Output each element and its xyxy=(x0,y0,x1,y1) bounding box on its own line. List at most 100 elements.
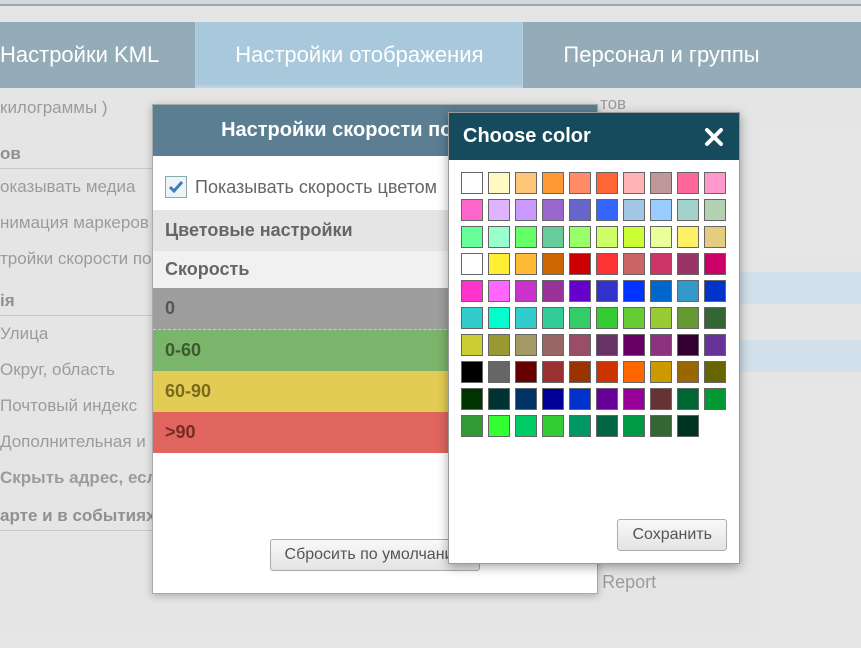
color-swatch[interactable] xyxy=(461,415,483,437)
color-swatch[interactable] xyxy=(542,334,564,356)
color-swatch[interactable] xyxy=(623,361,645,383)
color-swatch[interactable] xyxy=(623,334,645,356)
color-swatch[interactable] xyxy=(596,415,618,437)
color-swatch[interactable] xyxy=(677,280,699,302)
color-swatch[interactable] xyxy=(704,226,726,248)
color-swatch[interactable] xyxy=(515,361,537,383)
tab-kml[interactable]: Настройки KML xyxy=(0,22,195,88)
color-swatch[interactable] xyxy=(677,172,699,194)
color-swatch[interactable] xyxy=(542,388,564,410)
color-swatch[interactable] xyxy=(650,172,672,194)
color-swatch[interactable] xyxy=(650,307,672,329)
color-swatch[interactable] xyxy=(677,226,699,248)
color-swatch[interactable] xyxy=(596,307,618,329)
color-swatch[interactable] xyxy=(623,280,645,302)
color-swatch[interactable] xyxy=(704,307,726,329)
color-swatch[interactable] xyxy=(596,388,618,410)
color-swatch[interactable] xyxy=(569,415,591,437)
color-swatch[interactable] xyxy=(461,199,483,221)
color-swatch[interactable] xyxy=(677,253,699,275)
show-speed-color-checkbox[interactable] xyxy=(165,176,187,198)
close-button[interactable] xyxy=(703,126,725,148)
color-swatch[interactable] xyxy=(569,334,591,356)
color-swatch[interactable] xyxy=(704,199,726,221)
color-swatch[interactable] xyxy=(596,280,618,302)
color-swatch[interactable] xyxy=(515,334,537,356)
color-swatch[interactable] xyxy=(569,226,591,248)
color-swatch[interactable] xyxy=(515,415,537,437)
color-swatch[interactable] xyxy=(704,280,726,302)
color-swatch[interactable] xyxy=(596,253,618,275)
color-swatch[interactable] xyxy=(515,388,537,410)
tab-display[interactable]: Настройки отображения xyxy=(195,22,523,88)
color-swatch[interactable] xyxy=(542,172,564,194)
color-swatch[interactable] xyxy=(461,253,483,275)
color-swatch[interactable] xyxy=(515,307,537,329)
color-swatch[interactable] xyxy=(515,226,537,248)
color-swatch[interactable] xyxy=(515,172,537,194)
color-swatch[interactable] xyxy=(677,388,699,410)
color-swatch[interactable] xyxy=(488,253,510,275)
color-swatch[interactable] xyxy=(650,334,672,356)
color-swatch[interactable] xyxy=(488,361,510,383)
color-swatch[interactable] xyxy=(488,280,510,302)
color-swatch[interactable] xyxy=(488,199,510,221)
color-swatch[interactable] xyxy=(488,415,510,437)
color-swatch[interactable] xyxy=(569,307,591,329)
color-swatch[interactable] xyxy=(542,280,564,302)
color-swatch[interactable] xyxy=(542,307,564,329)
color-swatch[interactable] xyxy=(461,307,483,329)
color-swatch[interactable] xyxy=(596,226,618,248)
color-swatch[interactable] xyxy=(569,199,591,221)
color-swatch[interactable] xyxy=(542,361,564,383)
color-swatch[interactable] xyxy=(650,415,672,437)
color-swatch[interactable] xyxy=(569,388,591,410)
color-swatch[interactable] xyxy=(542,253,564,275)
color-swatch[interactable] xyxy=(515,253,537,275)
color-swatch[interactable] xyxy=(623,415,645,437)
color-swatch[interactable] xyxy=(461,361,483,383)
color-swatch[interactable] xyxy=(488,307,510,329)
color-swatch[interactable] xyxy=(623,388,645,410)
color-swatch[interactable] xyxy=(596,172,618,194)
color-swatch[interactable] xyxy=(596,361,618,383)
color-swatch[interactable] xyxy=(542,415,564,437)
color-swatch[interactable] xyxy=(542,199,564,221)
color-swatch[interactable] xyxy=(569,280,591,302)
color-swatch[interactable] xyxy=(515,280,537,302)
color-swatch[interactable] xyxy=(704,253,726,275)
color-swatch[interactable] xyxy=(677,307,699,329)
color-swatch[interactable] xyxy=(623,172,645,194)
color-swatch[interactable] xyxy=(488,334,510,356)
color-swatch[interactable] xyxy=(596,199,618,221)
color-swatch[interactable] xyxy=(461,388,483,410)
color-swatch[interactable] xyxy=(569,172,591,194)
color-swatch[interactable] xyxy=(542,226,564,248)
color-swatch[interactable] xyxy=(488,172,510,194)
color-swatch[interactable] xyxy=(704,172,726,194)
color-swatch[interactable] xyxy=(677,361,699,383)
color-swatch[interactable] xyxy=(704,361,726,383)
color-swatch[interactable] xyxy=(650,253,672,275)
color-swatch[interactable] xyxy=(677,334,699,356)
color-swatch[interactable] xyxy=(461,280,483,302)
color-swatch[interactable] xyxy=(569,253,591,275)
color-swatch[interactable] xyxy=(569,361,591,383)
color-swatch[interactable] xyxy=(515,199,537,221)
color-swatch[interactable] xyxy=(623,253,645,275)
color-swatch[interactable] xyxy=(677,199,699,221)
tab-personnel[interactable]: Персонал и группы xyxy=(523,22,799,88)
color-swatch[interactable] xyxy=(488,226,510,248)
color-swatch[interactable] xyxy=(650,226,672,248)
color-swatch[interactable] xyxy=(461,334,483,356)
color-swatch[interactable] xyxy=(623,199,645,221)
color-swatch[interactable] xyxy=(650,361,672,383)
color-swatch[interactable] xyxy=(650,199,672,221)
color-swatch[interactable] xyxy=(677,415,699,437)
color-swatch[interactable] xyxy=(650,388,672,410)
save-color-button[interactable]: Сохранить xyxy=(617,519,727,551)
color-swatch[interactable] xyxy=(650,280,672,302)
color-swatch[interactable] xyxy=(704,388,726,410)
color-swatch[interactable] xyxy=(596,334,618,356)
color-swatch[interactable] xyxy=(623,307,645,329)
